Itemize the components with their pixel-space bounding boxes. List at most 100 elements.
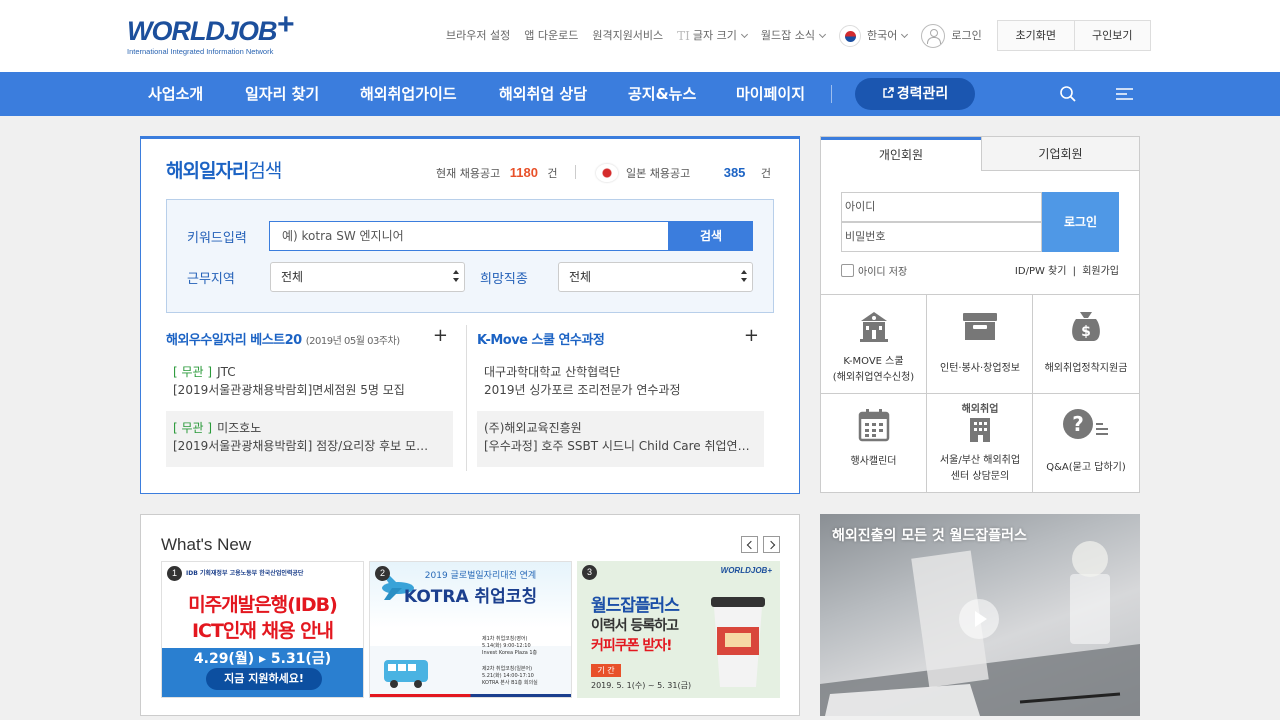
password-input[interactable]: 비밀번호	[841, 222, 1042, 252]
quick-menu-calendar[interactable]: 행사캘린더	[820, 393, 927, 492]
quick-menu-intern[interactable]: 인턴·봉사·창업정보	[926, 294, 1033, 393]
japan-postings-count[interactable]: 385	[724, 165, 746, 180]
list-item[interactable]: 대구과학대학교 산학협력단 2019년 싱가포르 조리전문가 연수과정	[477, 355, 764, 411]
checkbox-icon	[841, 264, 854, 277]
card-date: 4.29(월) ▸ 5.31(금)	[193, 651, 332, 667]
search-icon[interactable]	[1060, 86, 1076, 102]
home-view-button[interactable]: 초기화면	[998, 21, 1074, 50]
login-link[interactable]: 로그인	[921, 24, 982, 48]
quick-menu-qna[interactable]: ? Q&A(묻고 답하기)	[1032, 393, 1139, 492]
news-card-idb[interactable]: 1 IDB 기획재정부 고용노동부 한국산업인력공단 미주개발은행(IDB) I…	[161, 561, 364, 698]
nav-item-mypage[interactable]: 마이페이지	[736, 72, 805, 116]
recruit-view-button[interactable]: 구인보기	[1073, 21, 1151, 50]
quick-menu-center[interactable]: 해외취업 서울/부산 해외취업 센터 상담문의	[926, 393, 1033, 492]
logo-subtitle: International Integrated Information Net…	[127, 47, 274, 56]
nav-divider	[831, 85, 832, 103]
chevron-down-icon	[740, 30, 748, 39]
card-sponsors: IDB 기획재정부 고용노동부 한국산업인력공단	[186, 570, 304, 577]
current-postings-count[interactable]: 1180	[510, 165, 538, 180]
language-dropdown[interactable]: 한국어	[839, 25, 909, 47]
question-icon: ?	[1063, 409, 1108, 439]
news-card-coffee[interactable]: 3 WORLDJOB+ 월드잡플러스 이력서 등록하고 커피쿠폰 받자! 기 간…	[577, 561, 780, 698]
whats-new-title: What's New	[161, 535, 252, 554]
kmove-title[interactable]: K-Move 스쿨 연수과정	[477, 329, 765, 348]
play-icon[interactable]	[959, 599, 999, 639]
japan-postings-label: 일본 채용공고	[626, 167, 691, 180]
font-size-dropdown[interactable]: TI 글자 크기	[677, 26, 748, 46]
session2-date: 5.21(화) 14:00-17:10	[482, 673, 534, 679]
course-org: (주)해외교육진흥원	[484, 421, 582, 435]
job-type-select[interactable]: 전체	[558, 262, 753, 292]
quick-menu-label: 서울/부산 해외취업	[939, 455, 1021, 466]
job-tag: [ 무관 ]	[173, 365, 213, 379]
building-icon	[970, 418, 990, 442]
card-title-line2: 이력서 등록하고	[591, 618, 679, 634]
nav-item-news[interactable]: 공지&뉴스	[628, 72, 696, 116]
kmove-more-button[interactable]: +	[744, 327, 759, 345]
job-type-label: 희망직종	[480, 272, 528, 287]
app-download-link[interactable]: 앱 다운로드	[524, 26, 578, 46]
region-select[interactable]: 전체	[270, 262, 465, 292]
card-number-badge: 3	[582, 565, 597, 580]
card-cta-button[interactable]: 지금 지원하세요!	[206, 668, 322, 690]
top-bar: WORLDJOB+ International Integrated Infor…	[0, 0, 1280, 72]
keyword-input[interactable]: 예) kotra SW 엔지니어	[269, 221, 669, 251]
career-management-button[interactable]: 경력관리	[855, 78, 975, 110]
next-slide-button[interactable]	[763, 536, 780, 553]
tab-personal[interactable]: 개인회원	[821, 137, 981, 171]
region-label: 근무지역	[187, 272, 235, 287]
worldjob-logo[interactable]: WORLDJOB+ International Integrated Infor…	[127, 10, 312, 58]
best20-more-button[interactable]: +	[433, 327, 448, 345]
browser-settings-link[interactable]: 브라우저 설정	[446, 26, 510, 46]
promo-video[interactable]: 해외진출의 모든 것 월드잡플러스	[820, 514, 1140, 716]
nav-item-consult[interactable]: 해외취업 상담	[499, 72, 587, 116]
quick-menu-label: 해외취업정착지원금	[1044, 363, 1128, 374]
job-desc: [2019서울관광채용박람회] 점장/요리장 후보 모…	[173, 439, 429, 453]
quick-menu-label: Q&A(묻고 답하기)	[1046, 462, 1126, 473]
find-id-pw-link[interactable]: ID/PW 찾기	[1015, 266, 1067, 277]
logo-plus: +	[276, 8, 295, 41]
quick-menu-label: 인턴·봉사·창업정보	[940, 363, 1020, 374]
nav-item-find-jobs[interactable]: 일자리 찾기	[245, 72, 319, 116]
quick-menu-kmove[interactable]: K-MOVE 스쿨 (해외취업연수신청)	[820, 294, 927, 393]
card-period-label: 기 간	[591, 664, 621, 677]
nav-item-guide[interactable]: 해외취업가이드	[360, 72, 457, 116]
best20-title[interactable]: 해외우수일자리 베스트20 (2019년 05월 03주차)	[166, 329, 454, 348]
quick-menu-subsidy[interactable]: $ 해외취업정착지원금	[1032, 294, 1139, 393]
logo-word: WORLDJOB	[127, 16, 277, 46]
id-input[interactable]: 아이디	[841, 192, 1042, 222]
main-nav: 사업소개 일자리 찾기 해외취업가이드 해외취업 상담 공지&뉴스 마이페이지	[0, 72, 1280, 116]
utility-links: 브라우저 설정 앱 다운로드 원격지원서비스 TI 글자 크기 월드잡 소식 한…	[446, 24, 996, 48]
save-id-checkbox[interactable]: 아이디 저장	[841, 263, 907, 278]
school-icon	[859, 312, 888, 342]
user-icon	[921, 24, 946, 48]
save-id-label: 아이디 저장	[858, 267, 908, 278]
japan-postings-unit: 건	[760, 167, 772, 180]
news-card-kotra[interactable]: 2 2019 글로벌일자리대전 연계 KOTRA 취업코칭 제1차 취업코칭(영…	[369, 561, 572, 698]
prev-slide-button[interactable]	[741, 536, 758, 553]
job-company: JTC	[217, 365, 236, 379]
list-item[interactable]: [ 무관 ] JTC [2019서울관광채용박람회]면세점원 5명 모집	[166, 355, 453, 411]
japan-flag-icon	[596, 164, 618, 182]
list-item[interactable]: [ 무관 ] 미즈호노 [2019서울관광채용박람회] 점장/요리장 후보 모…	[166, 411, 453, 467]
worldjob-news-dropdown[interactable]: 월드잡 소식	[761, 26, 827, 46]
language-label: 한국어	[867, 29, 898, 42]
session1-title: 제1차 취업코칭(영어)	[482, 636, 528, 642]
login-label: 로그인	[951, 29, 982, 42]
list-item[interactable]: (주)해외교육진흥원 [우수과정] 호주 SSBT 시드니 Child Care…	[477, 411, 764, 467]
remote-support-link[interactable]: 원격지원서비스	[592, 26, 663, 46]
hamburger-menu-icon[interactable]	[1116, 88, 1133, 100]
join-link[interactable]: 회원가입	[1082, 266, 1119, 277]
best20-title-text: 해외우수일자리 베스트20	[166, 333, 302, 348]
job-company: 미즈호노	[217, 421, 262, 435]
card-title-line3: 커피쿠폰 받자!	[591, 638, 673, 654]
panel-title: 해외일자리검색	[166, 156, 282, 183]
login-button[interactable]: 로그인	[1042, 192, 1119, 252]
search-button[interactable]: 검색	[669, 221, 753, 251]
column-divider	[466, 325, 467, 471]
current-postings: 현재 채용공고 1180 건	[436, 165, 558, 181]
nav-item-about[interactable]: 사업소개	[148, 72, 203, 116]
job-type-select-value: 전체	[569, 270, 592, 284]
tab-company[interactable]: 기업회원	[981, 137, 1139, 171]
session1-info: 제1차 취업코칭(영어) 5.14(화) 9:00-12:10 Invest K…	[482, 636, 537, 657]
